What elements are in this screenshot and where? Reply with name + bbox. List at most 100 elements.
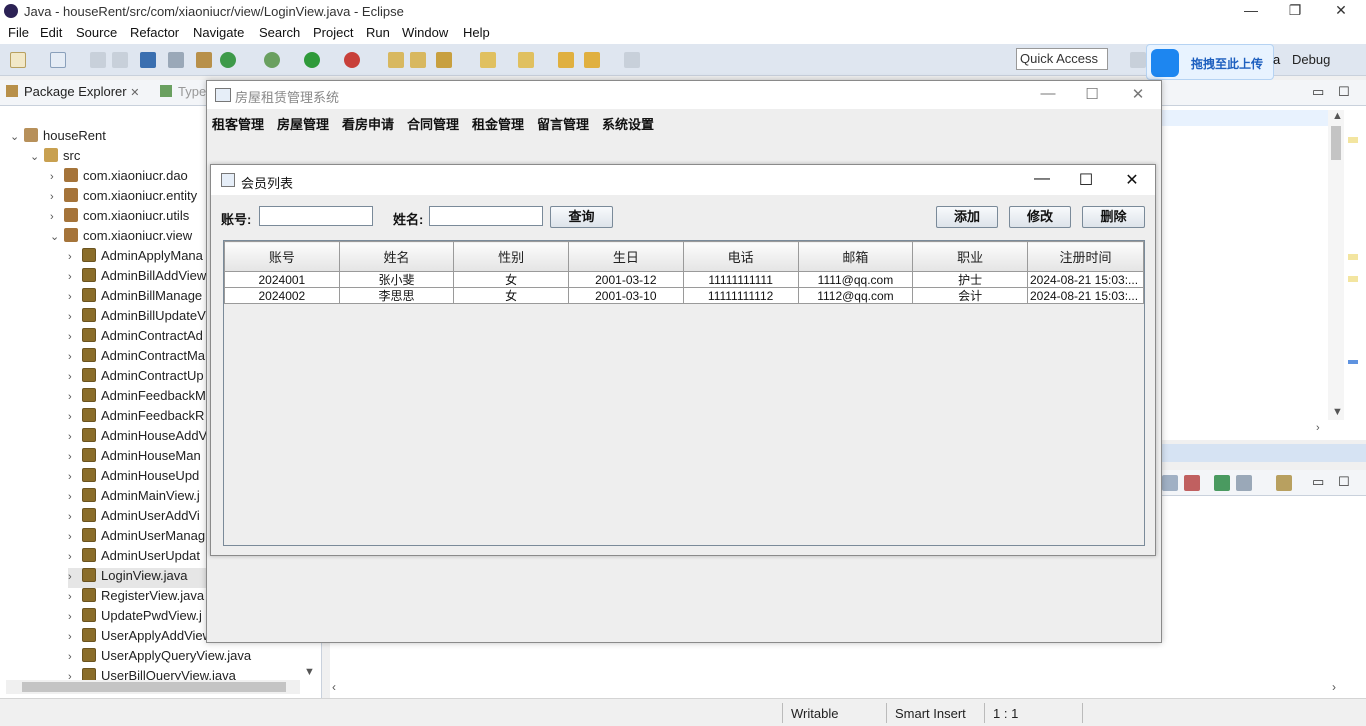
tree-scroll-thumb[interactable]: [22, 682, 286, 692]
menu-house-management[interactable]: 房屋管理: [277, 114, 329, 133]
console-icon[interactable]: [140, 52, 156, 68]
frame-maximize-icon[interactable]: ☐: [1071, 170, 1101, 190]
menu-navigate[interactable]: Navigate: [193, 25, 244, 40]
query-button[interactable]: 查询: [550, 206, 613, 228]
new-package-icon[interactable]: [50, 52, 66, 68]
tree-scroll-down-icon[interactable]: ▼: [304, 666, 315, 678]
last-edit-icon[interactable]: [558, 52, 574, 68]
table-row[interactable]: 2024002 李思思 女 2001-03-10 11111111112 111…: [224, 287, 1145, 304]
menu-run[interactable]: Run: [366, 25, 390, 40]
chevron-right-icon[interactable]: ›: [68, 371, 82, 383]
scroll-right-icon[interactable]: ›: [1316, 422, 1320, 434]
chevron-right-icon[interactable]: ›: [68, 311, 82, 323]
chevron-right-icon[interactable]: ›: [50, 191, 64, 203]
back-icon[interactable]: [584, 52, 600, 68]
editor-scroll-thumb[interactable]: [1331, 126, 1341, 160]
close-icon[interactable]: ✕: [1326, 2, 1356, 19]
console-scroll-left-icon[interactable]: ‹: [332, 680, 336, 694]
maximize-console-icon[interactable]: ☐: [1338, 474, 1350, 490]
chevron-right-icon[interactable]: ›: [68, 291, 82, 303]
skip-breakpoints-icon[interactable]: [168, 52, 184, 68]
refresh-icon[interactable]: [220, 52, 236, 68]
chevron-right-icon[interactable]: ›: [50, 211, 64, 223]
overview-marker-blue[interactable]: [1348, 360, 1358, 364]
app-close-icon[interactable]: ✕: [1123, 85, 1153, 103]
menu-refactor[interactable]: Refactor: [130, 25, 179, 40]
open-type-icon[interactable]: [196, 52, 212, 68]
chevron-right-icon[interactable]: ›: [68, 391, 82, 403]
menu-search[interactable]: Search: [259, 25, 300, 40]
table-cell[interactable]: 2001-03-10: [567, 287, 684, 304]
column-header[interactable]: 邮箱: [797, 241, 914, 272]
delete-button[interactable]: 删除: [1082, 206, 1145, 228]
open-perspective-icon[interactable]: [1130, 52, 1146, 68]
upload-drop-button[interactable]: 拖拽至此上传: [1146, 44, 1274, 80]
column-header[interactable]: 性别: [453, 241, 569, 272]
new-icon[interactable]: [10, 52, 26, 68]
open-folder-icon[interactable]: [388, 52, 404, 68]
menu-source[interactable]: Source: [76, 25, 117, 40]
scroll-down-icon[interactable]: ▼: [1332, 406, 1343, 418]
perspective-java-fragment[interactable]: a: [1273, 52, 1280, 67]
debug-icon[interactable]: [264, 52, 280, 68]
chevron-down-icon[interactable]: ⌄: [30, 150, 44, 163]
debug-perspective-button[interactable]: Debug: [1292, 52, 1330, 67]
chevron-right-icon[interactable]: ›: [68, 471, 82, 483]
table-cell[interactable]: 张小斐: [338, 271, 455, 288]
save-all-icon[interactable]: [112, 52, 128, 68]
table-cell[interactable]: 李思思: [338, 287, 455, 304]
name-input[interactable]: [429, 206, 543, 226]
tree-item[interactable]: › UserApplyQueryView.java: [68, 648, 314, 668]
table-cell[interactable]: 1112@qq.com: [797, 287, 914, 304]
clear-console-icon[interactable]: [1162, 475, 1178, 491]
forward-icon[interactable]: [624, 52, 640, 68]
frame-minimize-icon[interactable]: —: [1027, 170, 1057, 188]
menu-tenant-management[interactable]: 租客管理: [212, 114, 264, 133]
package-explorer-tab[interactable]: Package Explorer ✕: [6, 84, 139, 99]
quick-access-input[interactable]: Quick Access: [1016, 48, 1108, 70]
type-hierarchy-tab[interactable]: Type: [160, 84, 206, 99]
chevron-right-icon[interactable]: ›: [68, 411, 82, 423]
chevron-right-icon[interactable]: ›: [68, 511, 82, 523]
column-header[interactable]: 注册时间: [1026, 241, 1145, 272]
open-file-icon[interactable]: [410, 52, 426, 68]
table-cell[interactable]: 女: [453, 271, 569, 288]
pin-console-icon[interactable]: [1214, 475, 1230, 491]
overview-marker[interactable]: [1348, 276, 1358, 282]
minimize-console-icon[interactable]: ▭: [1312, 474, 1324, 490]
minimize-view-icon[interactable]: ▭: [1312, 84, 1324, 100]
table-row[interactable]: 2024001 张小斐 女 2001-03-12 11111111111 111…: [224, 271, 1145, 288]
display-console-icon[interactable]: [1236, 475, 1252, 491]
chevron-down-icon[interactable]: ⌄: [50, 230, 64, 243]
minimize-icon[interactable]: —: [1236, 2, 1266, 18]
menu-viewing-application[interactable]: 看房申请: [342, 114, 394, 133]
pen-icon[interactable]: [436, 52, 452, 68]
column-header[interactable]: 姓名: [338, 241, 455, 272]
frame-close-icon[interactable]: ✕: [1117, 170, 1147, 190]
menu-system-settings[interactable]: 系统设置: [602, 114, 654, 133]
menu-message-management[interactable]: 留言管理: [537, 114, 589, 133]
table-cell[interactable]: 会计: [912, 287, 1028, 304]
chevron-right-icon[interactable]: ›: [68, 611, 82, 623]
table-cell[interactable]: 1111@qq.com: [797, 271, 914, 288]
table-cell[interactable]: 2024-08-21 15:03:...: [1026, 271, 1145, 288]
account-input[interactable]: [259, 206, 373, 226]
maximize-view-icon[interactable]: ☐: [1338, 84, 1350, 100]
table-cell[interactable]: 护士: [912, 271, 1028, 288]
menu-help[interactable]: Help: [463, 25, 490, 40]
chevron-right-icon[interactable]: ›: [68, 251, 82, 263]
menu-edit[interactable]: Edit: [40, 25, 62, 40]
editor-vertical-scrollbar[interactable]: [1328, 110, 1344, 420]
terminate-icon[interactable]: [1184, 475, 1200, 491]
menu-project[interactable]: Project: [313, 25, 353, 40]
table-cell[interactable]: 女: [453, 287, 569, 304]
previous-annotation-icon[interactable]: [518, 52, 534, 68]
edit-button[interactable]: 修改: [1009, 206, 1071, 228]
menu-file[interactable]: File: [8, 25, 29, 40]
column-header[interactable]: 生日: [567, 241, 684, 272]
next-annotation-icon[interactable]: [480, 52, 496, 68]
table-cell[interactable]: 11111111111: [682, 271, 799, 288]
overview-marker[interactable]: [1348, 137, 1358, 143]
external-tools-icon[interactable]: [344, 52, 360, 68]
chevron-right-icon[interactable]: ›: [68, 571, 82, 583]
